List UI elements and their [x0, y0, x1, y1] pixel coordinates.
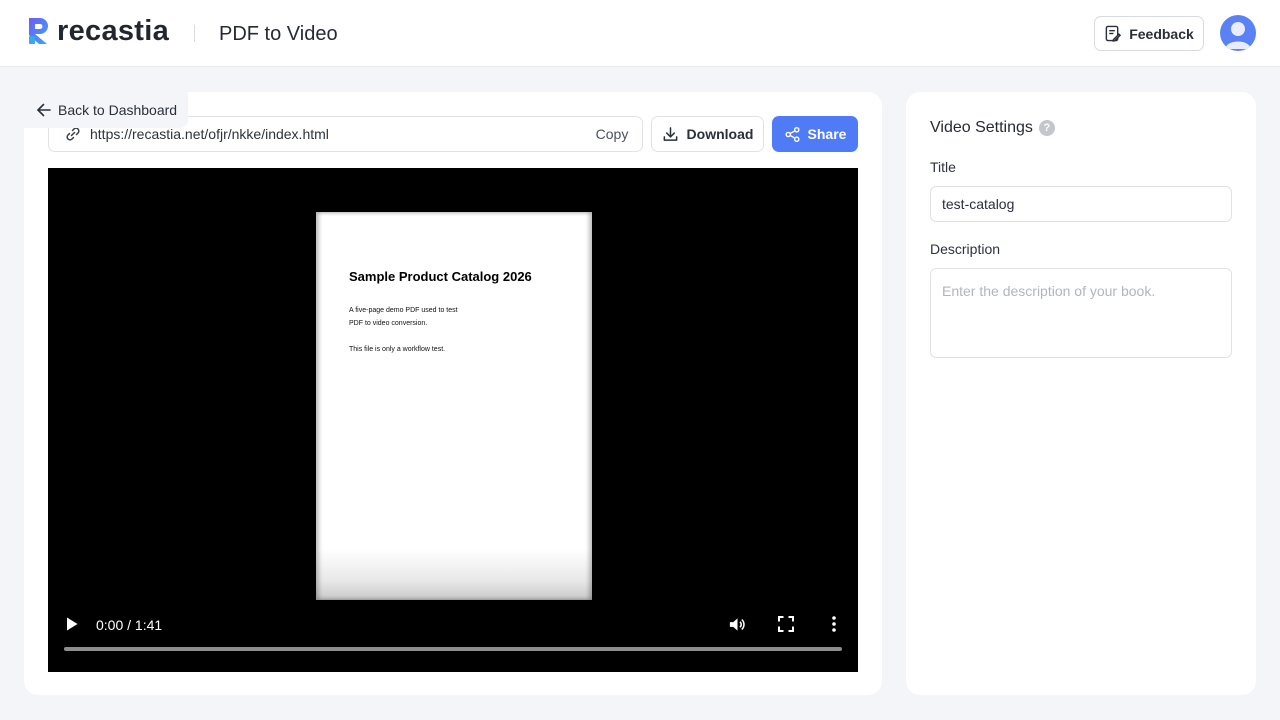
user-avatar[interactable]	[1220, 15, 1256, 51]
share-icon	[784, 126, 800, 142]
feedback-label: Feedback	[1129, 25, 1194, 42]
help-icon[interactable]: ?	[1038, 120, 1055, 136]
feedback-icon	[1105, 25, 1122, 42]
volume-icon[interactable]	[728, 615, 747, 634]
back-to-dashboard-link[interactable]: Back to Dashboard	[24, 92, 188, 128]
page-title: PDF to Video	[219, 23, 338, 45]
pdf-page-title: Sample Product Catalog 2026	[349, 269, 532, 284]
video-progress-bar[interactable]	[64, 647, 842, 651]
back-label: Back to Dashboard	[58, 102, 178, 118]
play-icon[interactable]	[64, 616, 80, 632]
video-settings-title: Video Settings	[930, 119, 1033, 136]
title-label: Title	[930, 159, 956, 175]
fullscreen-icon[interactable]	[778, 616, 794, 632]
video-settings-heading: Video Settings ?	[930, 119, 1055, 137]
copy-button[interactable]: Copy	[582, 126, 642, 142]
pdf-page-frame: Sample Product Catalog 2026 A five-page …	[316, 212, 592, 600]
link-icon	[66, 127, 80, 141]
pdf-page-text-line: A five-page demo PDF used to test	[349, 307, 458, 314]
settings-panel	[906, 92, 1256, 695]
share-button[interactable]: Share	[772, 116, 858, 152]
download-label: Download	[686, 126, 754, 142]
description-input[interactable]	[930, 268, 1232, 358]
share-label: Share	[807, 126, 847, 142]
description-label: Description	[930, 241, 1001, 257]
header-divider	[194, 25, 195, 42]
logo-text: recastia	[57, 15, 170, 47]
title-input[interactable]	[930, 186, 1232, 222]
share-url-text: https://recastia.net/ofjr/nkke/index.htm…	[90, 126, 329, 142]
video-time-display: 0:00 / 1:41	[96, 617, 163, 633]
pdf-page-text-line: PDF to video conversion.	[349, 320, 428, 327]
arrow-left-icon	[37, 103, 51, 117]
feedback-button[interactable]: Feedback	[1094, 16, 1204, 51]
app-logo[interactable]: recastia	[27, 16, 169, 46]
user-icon	[1225, 22, 1251, 49]
top-header: recastia PDF to Video Feedback	[0, 0, 1280, 67]
recastia-logo-icon	[29, 18, 48, 44]
download-icon	[663, 126, 677, 141]
more-options-icon[interactable]	[827, 615, 841, 633]
download-button[interactable]: Download	[651, 116, 764, 152]
pdf-page-text-line: This file is only a workflow test.	[349, 346, 446, 353]
video-player[interactable]: Sample Product Catalog 2026 A five-page …	[48, 168, 858, 672]
